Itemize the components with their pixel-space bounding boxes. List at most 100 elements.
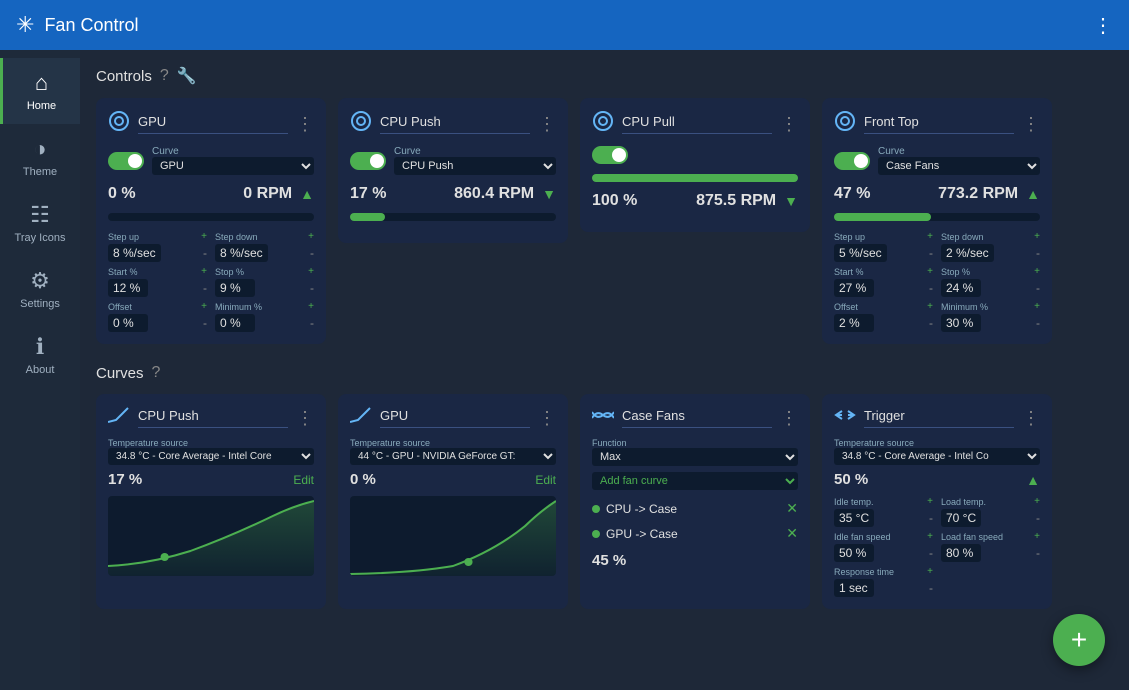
front-top-min-plus[interactable]: + (1034, 301, 1040, 312)
trigger-card-header: Trigger ⋮ (834, 406, 1040, 430)
gpu-min-val: 0 % (215, 314, 255, 332)
front-top-toggle[interactable] (834, 152, 870, 170)
gpu-case-remove[interactable]: ✕ (786, 525, 798, 542)
cpu-pull-slider[interactable] (592, 174, 798, 182)
gpu-stop-plus[interactable]: + (308, 266, 314, 277)
front-top-stop-minus[interactable]: - (1036, 281, 1040, 295)
front-top-start-minus[interactable]: - (929, 281, 933, 295)
trigger-load-temp-plus[interactable]: + (1034, 496, 1040, 507)
gpu-toggle[interactable] (108, 152, 144, 170)
gpu-curve-menu[interactable]: ⋮ (538, 408, 556, 429)
front-top-start-val: 27 % (834, 279, 874, 297)
controls-help-icon[interactable]: ? (160, 67, 169, 85)
cpu-push-temp-select[interactable]: 34.8 °C - Core Average - Intel Core (108, 448, 314, 465)
gpu-offset-plus[interactable]: + (201, 301, 207, 312)
fan-link-cpu-case: CPU -> Case ✕ (592, 498, 798, 519)
fan-link-gpu-case: GPU -> Case ✕ (592, 523, 798, 544)
cpu-push-curve-select[interactable]: CPU Push (394, 157, 556, 175)
gpu-min-minus[interactable]: - (310, 316, 314, 330)
cpu-push-curve-edit[interactable]: Edit (293, 473, 314, 487)
cpu-push-card-icon (350, 110, 372, 138)
cpu-pull-card-menu[interactable]: ⋮ (780, 114, 798, 135)
controls-settings-icon[interactable]: 🔧 (177, 66, 197, 86)
trigger-response-plus[interactable]: + (927, 566, 933, 577)
front-top-params: Step up + 5 %/sec- Step down + 2 %/sec- … (834, 231, 1040, 332)
sidebar-item-settings[interactable]: ⚙ Settings (0, 256, 80, 322)
gpu-temp-select[interactable]: 44 °C - GPU - NVIDIA GeForce GT: (350, 448, 556, 465)
front-top-rpm: 773.2 RPM (887, 185, 1018, 203)
trigger-load-fan-label: Load fan speed + (941, 531, 1040, 542)
front-top-stepdown-plus[interactable]: + (1034, 231, 1040, 242)
trigger-load-fan-minus[interactable]: - (1036, 546, 1040, 560)
sidebar-label-about: About (26, 364, 55, 376)
trigger-idle-fan-plus[interactable]: + (927, 531, 933, 542)
gpu-curve-title: GPU (380, 408, 530, 428)
cpu-push-progress-fill (350, 213, 385, 221)
trigger-load-temp-minus[interactable]: - (1036, 511, 1040, 525)
front-top-card-title: Front Top (864, 114, 1014, 134)
app-icon: ✳ (16, 12, 34, 38)
case-fans-function-select[interactable]: Max (592, 448, 798, 466)
gpu-stop-minus[interactable]: - (310, 281, 314, 295)
gpu-offset-minus[interactable]: - (203, 316, 207, 330)
gpu-stepup-plus[interactable]: + (201, 231, 207, 242)
front-top-offset-plus[interactable]: + (927, 301, 933, 312)
cpu-pull-card-icon (592, 110, 614, 138)
gpu-stepup-minus[interactable]: - (203, 246, 207, 260)
trigger-load-fan-plus[interactable]: + (1034, 531, 1040, 542)
sidebar-item-theme[interactable]: ◑ Theme (0, 124, 80, 190)
gpu-curve-edit[interactable]: Edit (535, 473, 556, 487)
front-top-offset-minus[interactable]: - (929, 316, 933, 330)
front-top-card-header: Front Top ⋮ (834, 110, 1040, 138)
front-top-stepup-plus[interactable]: + (927, 231, 933, 242)
cpu-pull-card-title: CPU Pull (622, 114, 772, 134)
front-top-stepup-val: 5 %/sec (834, 244, 887, 262)
gpu-start-minus[interactable]: - (203, 281, 207, 295)
add-fab-button[interactable]: + (1053, 614, 1105, 666)
front-top-param-stop: Stop % + 24 %- (941, 266, 1040, 297)
front-top-start-plus[interactable]: + (927, 266, 933, 277)
trigger-idle-fan-minus[interactable]: - (929, 546, 933, 560)
cpu-push-card-menu[interactable]: ⋮ (538, 114, 556, 135)
gpu-arrow[interactable]: ▲ (300, 186, 314, 202)
gpu-start-plus[interactable]: + (201, 266, 207, 277)
front-top-card-menu[interactable]: ⋮ (1022, 114, 1040, 135)
front-top-min-minus[interactable]: - (1036, 316, 1040, 330)
titlebar-menu-button[interactable]: ⋮ (1093, 13, 1113, 38)
gpu-min-plus[interactable]: + (308, 301, 314, 312)
cpu-pull-arrow[interactable]: ▼ (784, 193, 798, 209)
gpu-stepdown-plus[interactable]: + (308, 231, 314, 242)
trigger-response-minus[interactable]: - (929, 581, 933, 595)
gpu-stepdown-minus[interactable]: - (310, 246, 314, 260)
cpu-push-arrow[interactable]: ▼ (542, 186, 556, 202)
front-top-arrow[interactable]: ▲ (1026, 186, 1040, 202)
front-top-speed-row: 47 % 773.2 RPM ▲ (834, 185, 1040, 203)
curves-help-icon[interactable]: ? (152, 364, 161, 382)
gpu-curve-select[interactable]: GPU (152, 157, 314, 175)
trigger-arrow[interactable]: ▲ (1026, 472, 1040, 488)
cpu-case-remove[interactable]: ✕ (786, 500, 798, 517)
trigger-idle-temp-minus[interactable]: - (929, 511, 933, 525)
trigger-temp-select[interactable]: 34.8 °C - Core Average - Intel Co (834, 448, 1040, 465)
gpu-curve-icon (350, 406, 372, 430)
case-fans-card-menu[interactable]: ⋮ (780, 408, 798, 429)
front-top-stepup-minus[interactable]: - (929, 246, 933, 260)
sidebar-item-about[interactable]: ℹ About (0, 322, 80, 388)
controls-cards-grid: GPU ⋮ Curve GPU 0 % 0 RPM ▲ (96, 98, 1113, 344)
trigger-card-menu[interactable]: ⋮ (1022, 408, 1040, 429)
trigger-idle-temp-plus[interactable]: + (927, 496, 933, 507)
cpu-push-toggle[interactable] (350, 152, 386, 170)
cpu-pull-toggle[interactable] (592, 146, 628, 164)
cpu-push-curve-menu[interactable]: ⋮ (296, 408, 314, 429)
front-top-curve-select[interactable]: Case Fans (878, 157, 1040, 175)
front-top-stop-plus[interactable]: + (1034, 266, 1040, 277)
case-fans-add-select[interactable]: Add fan curve (592, 472, 798, 490)
sidebar-item-home[interactable]: ⌂ Home (0, 58, 80, 124)
case-fans-add-row: Add fan curve (592, 472, 798, 490)
gpu-card-menu[interactable]: ⋮ (296, 114, 314, 135)
gpu-min-label: Minimum % + (215, 301, 314, 312)
trigger-card-title: Trigger (864, 408, 1014, 428)
sidebar-item-tray-icons[interactable]: ☷ Tray Icons (0, 190, 80, 256)
trigger-pct: 50 % (834, 471, 868, 488)
front-top-stepdown-minus[interactable]: - (1036, 246, 1040, 260)
